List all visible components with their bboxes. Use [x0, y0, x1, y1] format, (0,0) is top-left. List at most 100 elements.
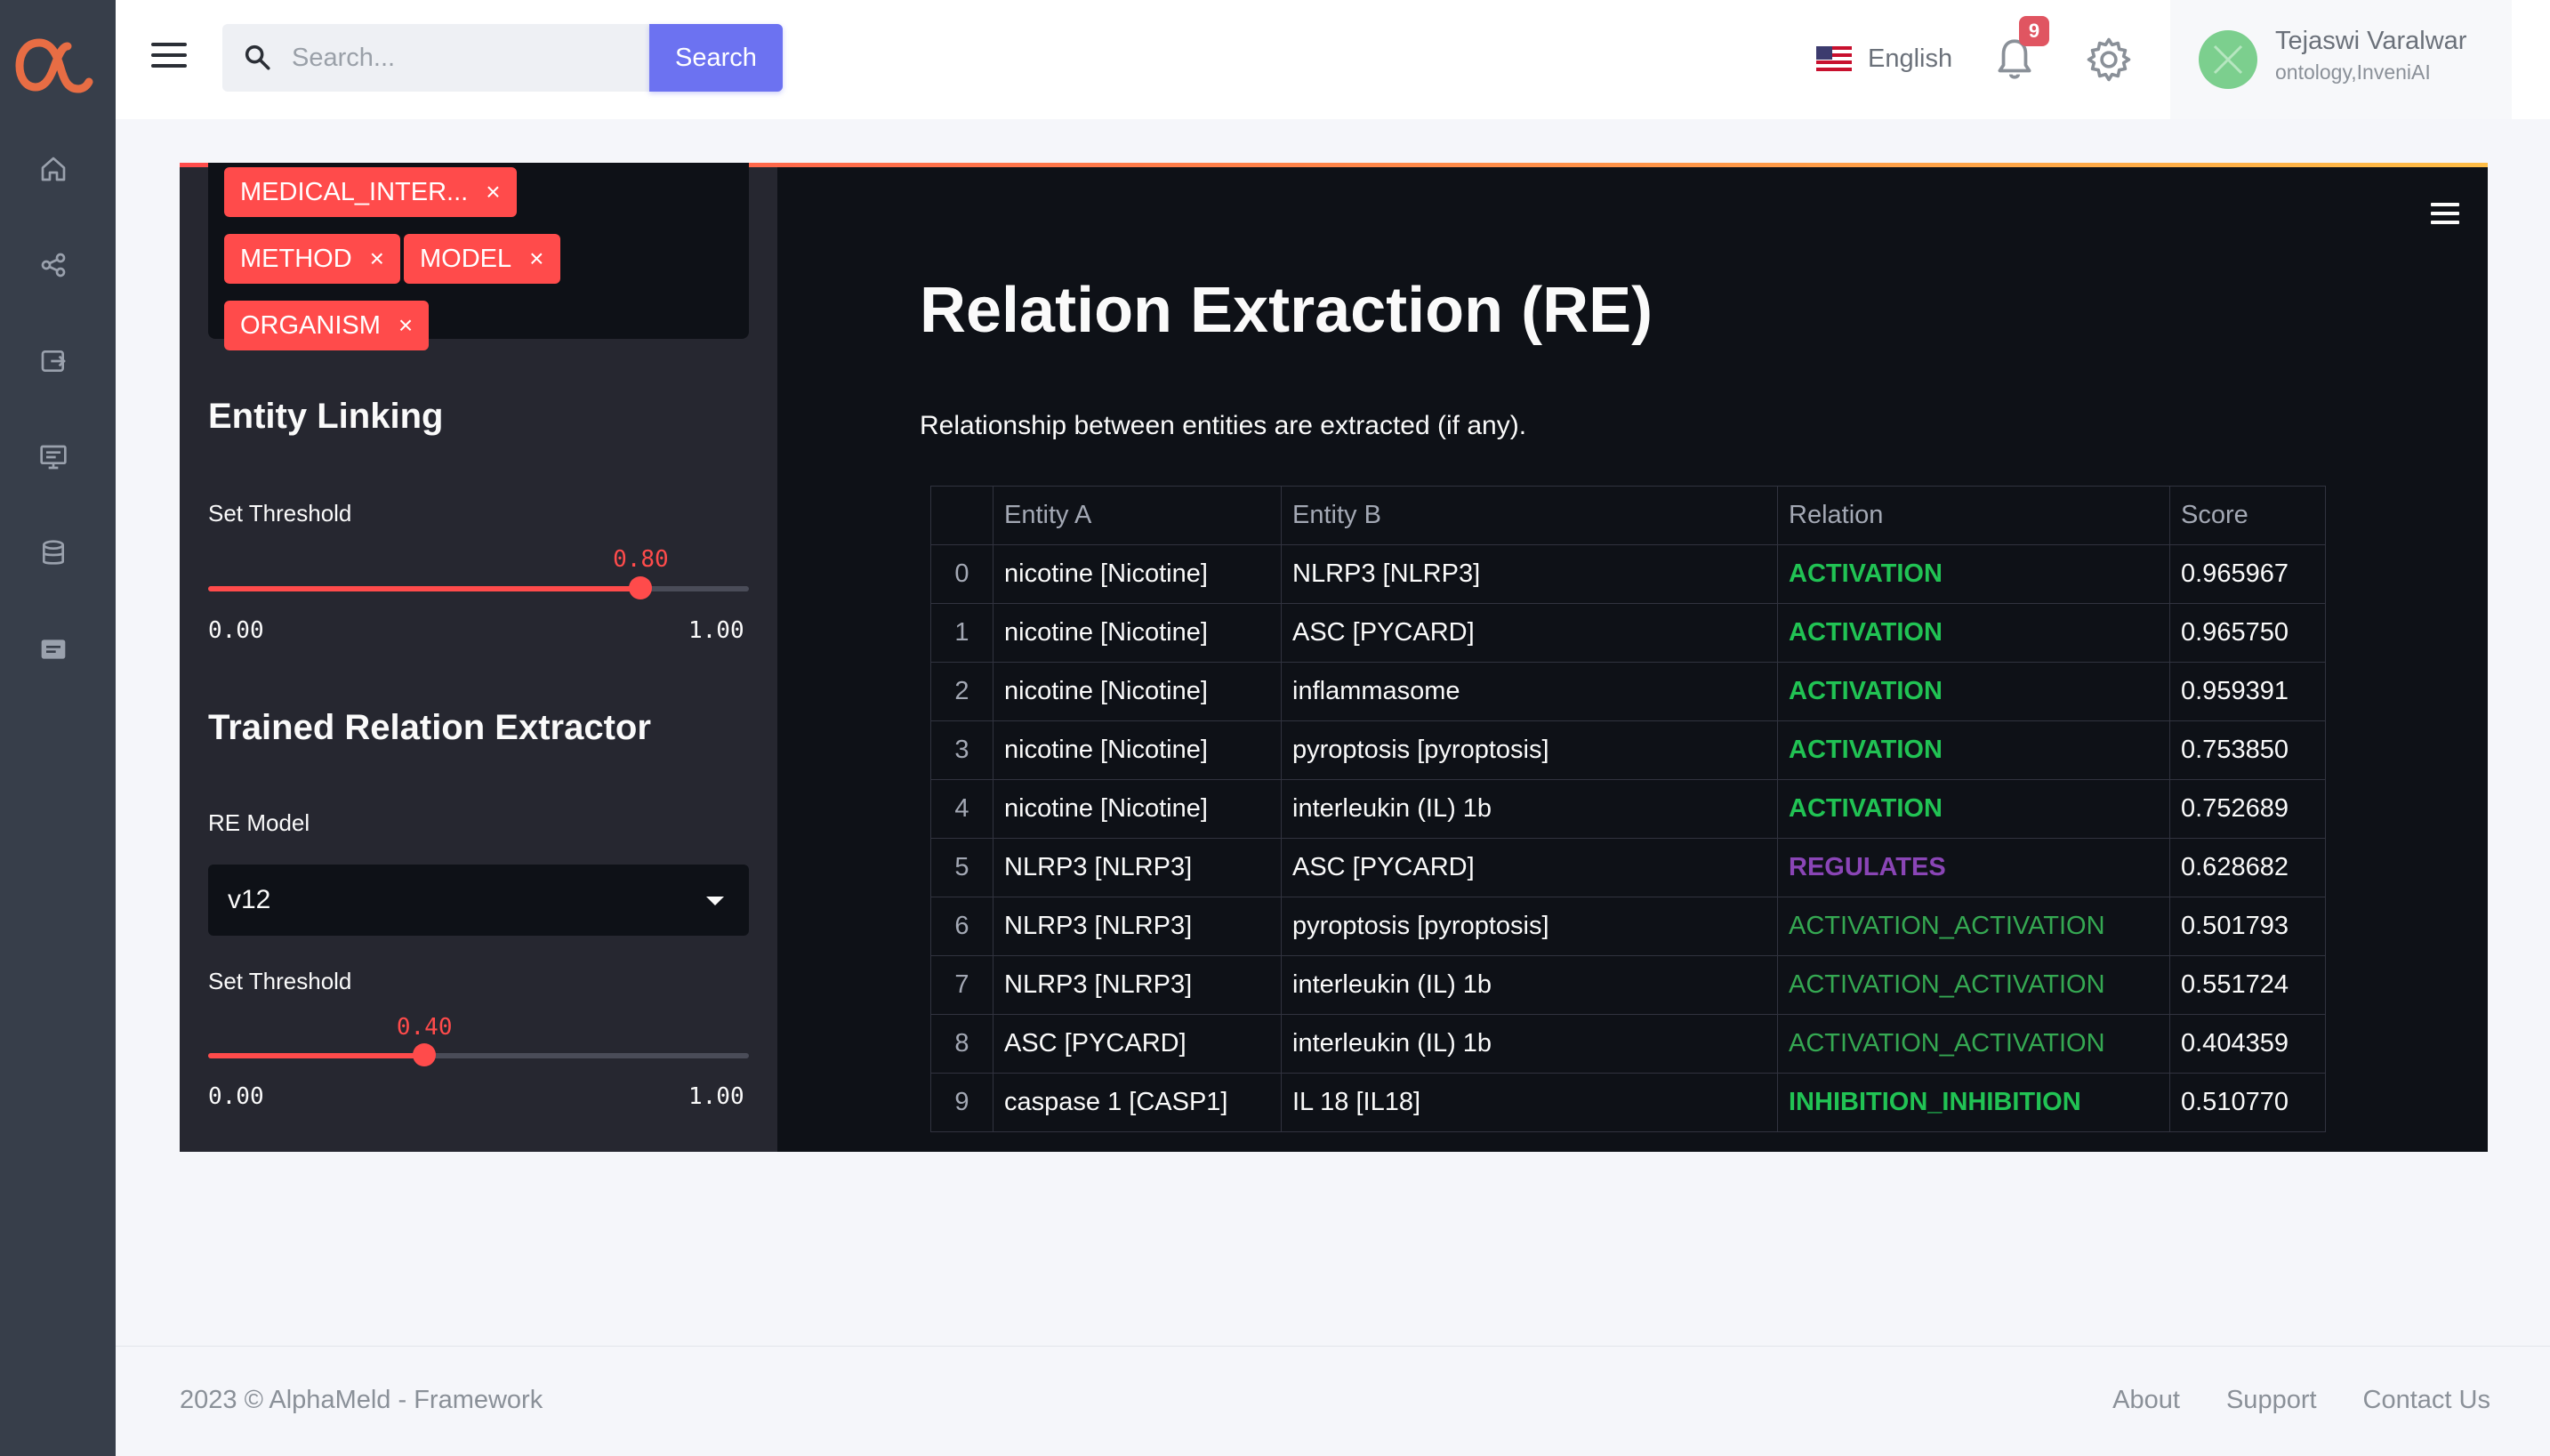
score-cell: 0.551724 — [2169, 955, 2326, 1015]
entity-a-cell: NLRP3 [NLRP3] — [993, 955, 1282, 1015]
score-cell: 0.404359 — [2169, 1014, 2326, 1074]
relations-table[interactable]: Entity A Entity B Relation Score 0 nicoti… — [930, 486, 2326, 1132]
tag-model[interactable]: MODEL × — [404, 234, 560, 284]
entity-a-cell: nicotine [Nicotine] — [993, 662, 1282, 721]
table-row[interactable]: 1 nicotine [Nicotine] ASC [PYCARD] ACTIVATI… — [930, 603, 2326, 663]
score-cell: 0.752689 — [2169, 779, 2326, 839]
slider-fill — [208, 1053, 425, 1058]
user-profile-panel[interactable]: Tejaswi Varalwar ontology,InveniAI — [2170, 0, 2512, 119]
row-index: 7 — [930, 955, 993, 1015]
remove-tag-icon[interactable]: × — [370, 245, 384, 273]
slider-max-label: 1.00 — [688, 617, 744, 644]
home-icon[interactable] — [34, 149, 73, 189]
relation-cell: REGULATES — [1777, 838, 2170, 897]
slider-min-label: 0.00 — [208, 617, 264, 644]
score-cell: 0.753850 — [2169, 720, 2326, 780]
table-row[interactable]: 8 ASC [PYCARD] interleukin (IL) 1b ACTIVATI… — [930, 1014, 2326, 1074]
tag-organism[interactable]: ORGANISM × — [224, 301, 430, 350]
streamlit-app-frame: MEDICAL_INTER... × METHOD × MODEL × ORGA… — [180, 163, 2488, 1152]
footer-link-support[interactable]: Support — [2226, 1386, 2317, 1415]
share-icon[interactable] — [34, 245, 73, 285]
tag-medical-intervention[interactable]: MEDICAL_INTER... × — [224, 167, 517, 217]
table-row[interactable]: 2 nicotine [Nicotine] inflammasome ACTIVATI… — [930, 662, 2326, 721]
re-model-label: RE Model — [208, 809, 310, 836]
score-cell: 0.510770 — [2169, 1073, 2326, 1132]
alphameld-logo[interactable] — [12, 20, 98, 105]
relation-cell: ACTIVATION — [1777, 662, 2170, 721]
entity-b-cell: inflammasome — [1281, 662, 1778, 721]
entity-a-cell: NLRP3 [NLRP3] — [993, 838, 1282, 897]
monitor-icon[interactable] — [34, 438, 73, 477]
re-model-select[interactable]: v12 — [208, 865, 749, 936]
row-index: 5 — [930, 838, 993, 897]
app-menu-icon[interactable] — [2431, 203, 2459, 224]
column-header-entity-a[interactable]: Entity A — [993, 486, 1282, 545]
score-cell: 0.965750 — [2169, 603, 2326, 663]
export-icon[interactable] — [34, 342, 73, 381]
slider-thumb[interactable] — [629, 576, 653, 599]
row-index: 1 — [930, 603, 993, 663]
entity-a-cell: nicotine [Nicotine] — [993, 544, 1282, 604]
footer-links: About Support Contact Us — [2112, 1386, 2490, 1415]
re-slider-value: 0.40 — [396, 1014, 453, 1041]
footer-copyright: 2023 © AlphaMeld - Framework — [180, 1386, 543, 1414]
row-index: 9 — [930, 1073, 993, 1132]
table-row[interactable]: 3 nicotine [Nicotine] pyroptosis [pyroptos… — [930, 720, 2326, 780]
entity-linking-slider[interactable] — [208, 576, 749, 599]
search-button[interactable]: Search — [649, 24, 783, 92]
entity-linking-title: Entity Linking — [208, 397, 444, 436]
column-header-relation[interactable]: Relation — [1777, 486, 2170, 545]
table-row[interactable]: 5 NLRP3 [NLRP3] ASC [PYCARD] REGULATES 0.628… — [930, 838, 2326, 897]
score-cell: 0.501793 — [2169, 897, 2326, 956]
footer-link-about[interactable]: About — [2112, 1386, 2180, 1415]
database-icon[interactable] — [34, 534, 73, 573]
column-header-index[interactable] — [930, 486, 993, 545]
language-selector[interactable]: English — [1816, 41, 1952, 76]
table-body: 0 nicotine [Nicotine] NLRP3 [NLRP3] ACTIVAT… — [930, 544, 2326, 1132]
slider-thumb[interactable] — [413, 1043, 437, 1066]
remove-tag-icon[interactable]: × — [398, 311, 413, 340]
entity-type-multiselect[interactable]: MEDICAL_INTER... × METHOD × MODEL × ORGA… — [208, 163, 749, 350]
score-cell: 0.959391 — [2169, 662, 2326, 721]
menu-toggle-icon[interactable] — [151, 43, 187, 75]
footer-link-contact[interactable]: Contact Us — [2363, 1386, 2490, 1415]
entity-b-cell: ASC [PYCARD] — [1281, 603, 1778, 663]
table-row[interactable]: 4 nicotine [Nicotine] interleukin (IL) 1b A… — [930, 779, 2326, 839]
table-row[interactable]: 9 caspase 1 [CASP1] IL 18 [IL18] INHIBITION… — [930, 1073, 2326, 1132]
user-name: Tejaswi Varalwar — [2275, 27, 2467, 55]
entity-b-cell: interleukin (IL) 1b — [1281, 955, 1778, 1015]
remove-tag-icon[interactable]: × — [529, 245, 543, 273]
search-icon — [242, 42, 272, 76]
chevron-down-icon — [706, 897, 724, 905]
column-header-score[interactable]: Score — [2169, 486, 2326, 545]
entity-a-cell: caspase 1 [CASP1] — [993, 1073, 1282, 1132]
page-title: Relation Extraction (RE) — [920, 275, 1653, 346]
search-input[interactable] — [292, 24, 639, 92]
table-row[interactable]: 6 NLRP3 [NLRP3] pyroptosis [pyroptosis] ACT… — [930, 897, 2326, 956]
row-index: 2 — [930, 662, 993, 721]
main-content: Relation Extraction (RE) Relationship be… — [777, 167, 2488, 1152]
remove-tag-icon[interactable]: × — [486, 178, 500, 206]
re-model-value: v12 — [228, 885, 271, 914]
search-box — [222, 24, 649, 92]
settings-gear-icon[interactable] — [2085, 36, 2133, 84]
relation-cell: ACTIVATION — [1777, 544, 2170, 604]
re-threshold-slider[interactable] — [208, 1043, 749, 1066]
entity-a-cell: ASC [PYCARD] — [993, 1014, 1282, 1074]
entity-a-cell: nicotine [Nicotine] — [993, 779, 1282, 839]
column-header-entity-b[interactable]: Entity B — [1281, 486, 1778, 545]
language-label: English — [1868, 44, 1953, 73]
slider-max-label: 1.00 — [688, 1083, 744, 1110]
relation-cell: ACTIVATION_ACTIVATION — [1777, 897, 2170, 956]
table-row[interactable]: 0 nicotine [Nicotine] NLRP3 [NLRP3] ACTIVAT… — [930, 544, 2326, 604]
page-description: Relationship between entities are extrac… — [920, 411, 1527, 440]
entity-a-cell: NLRP3 [NLRP3] — [993, 897, 1282, 956]
message-icon[interactable] — [34, 630, 73, 669]
page-footer: 2023 © AlphaMeld - Framework About Suppo… — [116, 1346, 2550, 1456]
relation-cell: ACTIVATION_ACTIVATION — [1777, 955, 2170, 1015]
tag-method[interactable]: METHOD × — [224, 234, 401, 284]
table-row[interactable]: 7 NLRP3 [NLRP3] interleukin (IL) 1b ACTIVAT… — [930, 955, 2326, 1015]
row-index: 3 — [930, 720, 993, 780]
row-index: 0 — [930, 544, 993, 604]
entity-a-cell: nicotine [Nicotine] — [993, 720, 1282, 780]
